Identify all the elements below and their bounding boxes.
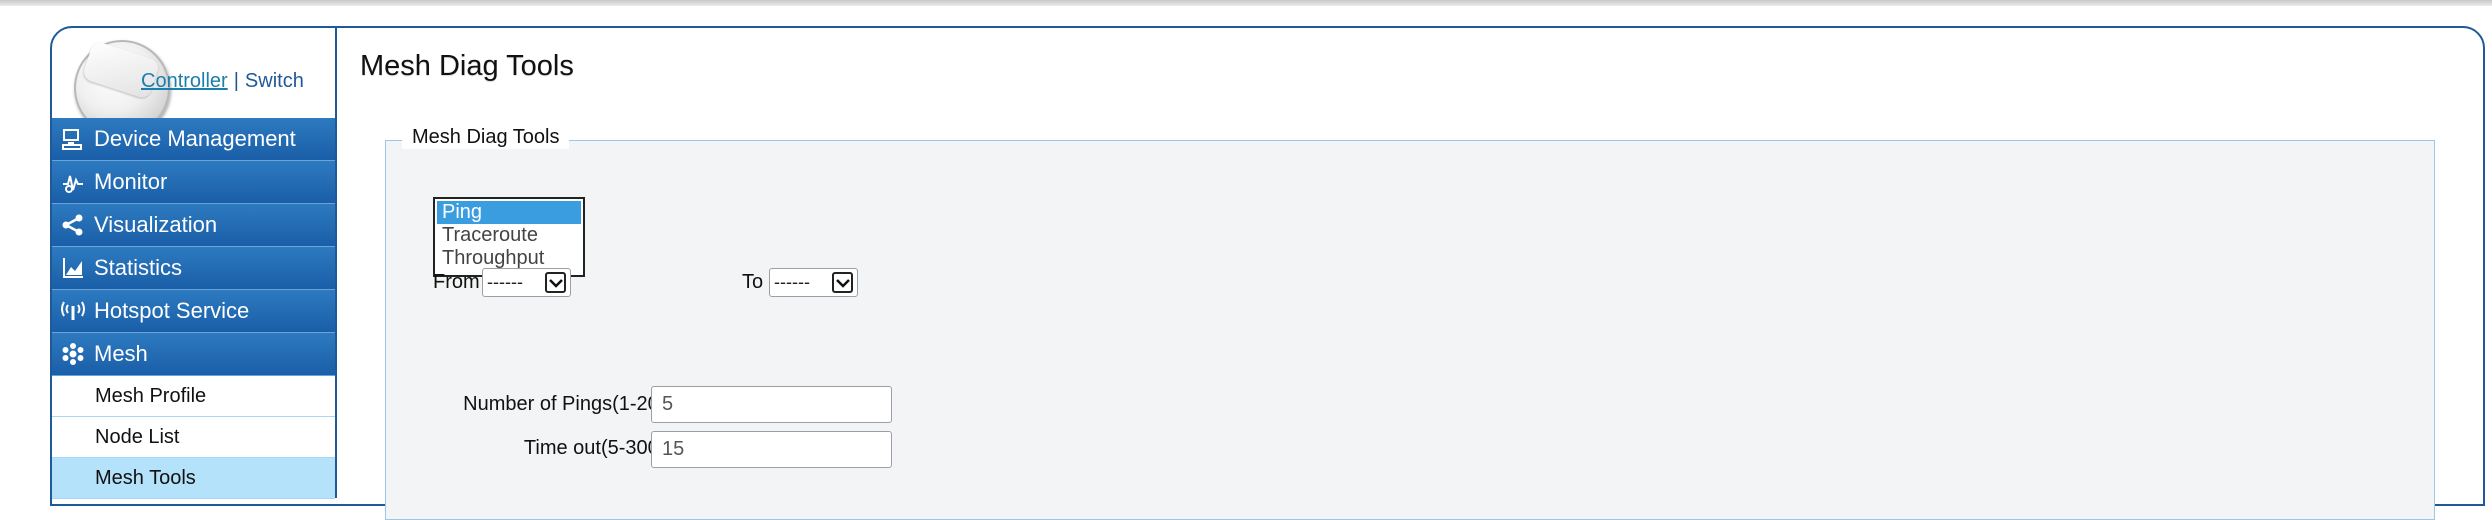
antenna-icon: [60, 298, 86, 324]
tool-option-ping[interactable]: Ping: [437, 201, 581, 224]
sidebar-subitem-mesh-tools[interactable]: Mesh Tools: [52, 458, 335, 499]
sidebar-item-device-management[interactable]: Device Management: [52, 118, 335, 161]
pulse-icon: [60, 169, 86, 195]
top-shadow-strip: [0, 0, 2492, 6]
sidebar-item-hotspot-service[interactable]: Hotspot Service: [52, 290, 335, 333]
monitor-icon: [60, 126, 86, 152]
sidebar: Controller | Switch Device Management Moni…: [52, 28, 337, 499]
sidebar-item-label: Statistics: [94, 255, 183, 280]
sidebar-item-label: Device Management: [94, 126, 296, 151]
switcher-separator: |: [233, 70, 239, 92]
sidebar-subitem-label: Node List: [95, 425, 180, 448]
to-label: To: [742, 271, 764, 293]
from-label: From: [433, 271, 480, 293]
sidebar-item-label: Visualization: [94, 212, 218, 237]
sidebar-subitem-mesh-profile[interactable]: Mesh Profile: [52, 376, 335, 417]
sidebar-item-mesh[interactable]: Mesh: [52, 333, 335, 376]
tool-option-throughput[interactable]: Throughput: [435, 247, 583, 270]
sidebar-item-statistics[interactable]: Statistics: [52, 247, 335, 290]
pings-label: Number of Pings(1-20):: [463, 393, 671, 415]
to-select-value: ------: [774, 272, 810, 292]
sidebar-item-label: Hotspot Service: [94, 298, 250, 323]
fieldset-legend: Mesh Diag Tools: [402, 126, 570, 149]
sidebar-item-label: Mesh: [94, 341, 148, 366]
main-content: Mesh Diag Tools Mesh Diag Tools Ping Tra…: [339, 28, 2483, 520]
sidebar-subitem-label: Mesh Profile: [95, 384, 207, 407]
sidebar-subitem-node-list[interactable]: Node List: [52, 417, 335, 458]
sidebar-item-label: Monitor: [94, 169, 168, 194]
mode-switcher: Controller | Switch: [141, 70, 304, 93]
chevron-down-icon: [832, 272, 853, 293]
tool-option-traceroute[interactable]: Traceroute: [435, 224, 583, 247]
sidebar-subitem-label: Mesh Tools: [95, 466, 196, 489]
pings-input[interactable]: [651, 386, 892, 423]
mesh-icon: [60, 341, 86, 367]
share-icon: [60, 212, 86, 238]
tool-select-listbox[interactable]: Ping Traceroute Throughput: [433, 197, 585, 277]
chart-icon: [60, 255, 86, 281]
from-select[interactable]: ------: [482, 268, 571, 297]
from-select-value: ------: [487, 272, 523, 292]
to-select[interactable]: ------: [769, 268, 858, 297]
timeout-label: Time out(5-300):: [523, 437, 671, 459]
controller-link[interactable]: Controller: [141, 70, 228, 92]
sidebar-item-visualization[interactable]: Visualization: [52, 204, 335, 247]
switch-link[interactable]: Switch: [245, 70, 304, 92]
sidebar-item-monitor[interactable]: Monitor: [52, 161, 335, 204]
page-title: Mesh Diag Tools: [360, 50, 574, 82]
chevron-down-icon: [545, 272, 566, 293]
timeout-input[interactable]: [651, 431, 892, 468]
sidebar-nav: Device Management Monitor Visualization …: [52, 118, 335, 499]
